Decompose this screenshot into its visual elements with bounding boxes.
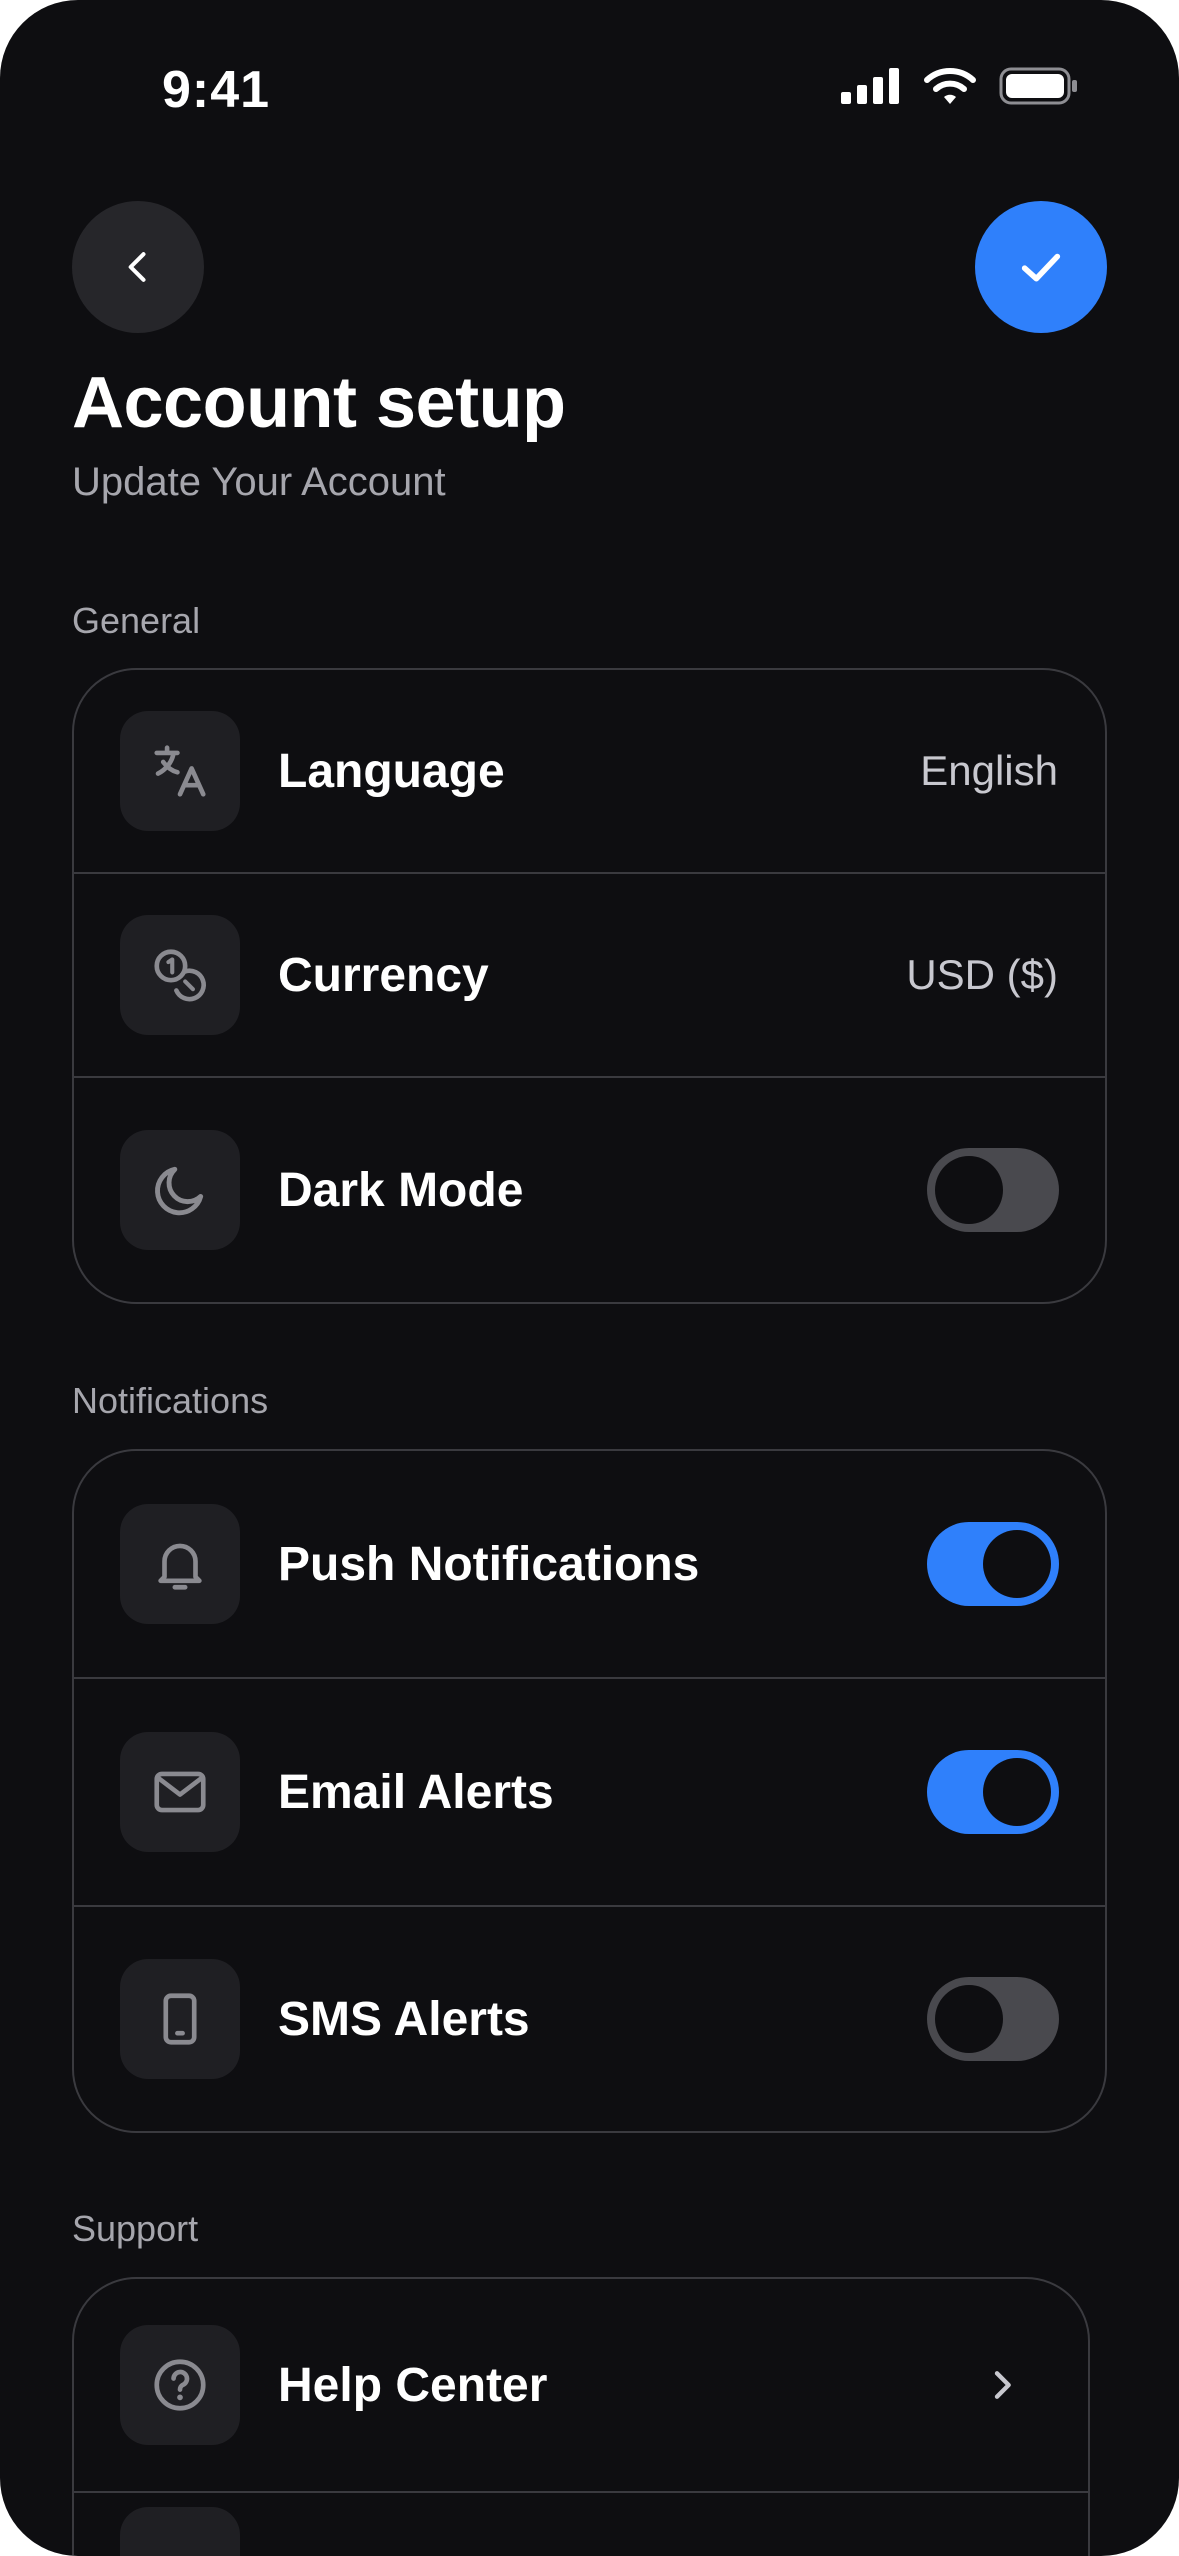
- row-label: Currency: [278, 948, 489, 1002]
- check-icon: [1021, 253, 1061, 282]
- currency-value: USD ($): [906, 951, 1058, 998]
- icon-box: [120, 915, 240, 1035]
- section-label-notifications: Notifications: [72, 1380, 269, 1421]
- row-label: Language: [278, 744, 505, 798]
- coins-icon: [154, 949, 206, 1002]
- mail-icon: [154, 1771, 206, 1813]
- settings-row-dark-mode: Dark Mode: [74, 1076, 1105, 1302]
- chevron-right-icon: [994, 2371, 1011, 2399]
- settings-row-email-alerts: Email Alerts: [74, 1677, 1105, 1905]
- page-subtitle: Update Your Account: [72, 460, 446, 504]
- icon-box: [120, 1959, 240, 2079]
- row-label: Push Notifications: [278, 1537, 700, 1591]
- section-label-general: General: [72, 600, 201, 641]
- email-alerts-toggle[interactable]: [927, 1750, 1059, 1834]
- battery-icon: [999, 67, 1077, 105]
- status-bar: 9:41: [0, 0, 1179, 180]
- dark-mode-toggle[interactable]: [927, 1148, 1059, 1232]
- phone-screen: 9:41 Account setup Update Your Account G…: [0, 0, 1179, 2556]
- settings-row-language[interactable]: Language English: [74, 670, 1105, 872]
- settings-row-sms-alerts: SMS Alerts: [74, 1905, 1105, 2131]
- sms-alerts-toggle[interactable]: [927, 1977, 1059, 2061]
- settings-row-help-center[interactable]: Help Center: [74, 2279, 1088, 2491]
- row-label: Dark Mode: [278, 1163, 524, 1217]
- toggle-knob: [983, 1758, 1051, 1826]
- wifi-icon: [924, 68, 976, 104]
- confirm-button[interactable]: [975, 201, 1107, 333]
- settings-row-next[interactable]: [74, 2491, 1088, 2556]
- help-circle-icon: [154, 2359, 206, 2411]
- toggle-knob: [935, 1156, 1003, 1224]
- icon-box: [120, 2507, 240, 2556]
- status-time: 9:41: [162, 61, 271, 119]
- chevron-left-icon: [128, 252, 146, 282]
- icon-box: [120, 711, 240, 831]
- toggle-knob: [983, 1530, 1051, 1598]
- smartphone-icon: [163, 1993, 197, 2045]
- language-value: English: [920, 747, 1058, 794]
- back-button[interactable]: [72, 201, 204, 333]
- icon-box: [120, 1130, 240, 1250]
- toggle-knob: [935, 1985, 1003, 2053]
- notification-settings-card: Push Notifications Email Alerts SMS Aler…: [72, 1449, 1107, 2133]
- support-card: Help Center: [72, 2277, 1090, 2556]
- page-title: Account setup: [72, 363, 566, 443]
- moon-icon: [155, 1166, 204, 1216]
- section-label-support: Support: [72, 2208, 199, 2249]
- icon-box: [120, 1732, 240, 1852]
- row-label: Help Center: [278, 2358, 548, 2412]
- general-settings-card: Language English Currency USD ($) Dark M…: [72, 668, 1107, 1304]
- translate-icon: [154, 745, 206, 797]
- cellular-signal-icon: [841, 68, 899, 104]
- row-label: SMS Alerts: [278, 1992, 530, 2046]
- row-label: Email Alerts: [278, 1765, 554, 1819]
- icon-box: [120, 2325, 240, 2445]
- settings-row-currency[interactable]: Currency USD ($): [74, 872, 1105, 1076]
- bell-icon: [158, 1543, 202, 1590]
- push-notifications-toggle[interactable]: [927, 1522, 1059, 1606]
- settings-row-push-notifications: Push Notifications: [74, 1451, 1105, 1677]
- icon-box: [120, 1504, 240, 1624]
- status-icons: [841, 66, 1079, 106]
